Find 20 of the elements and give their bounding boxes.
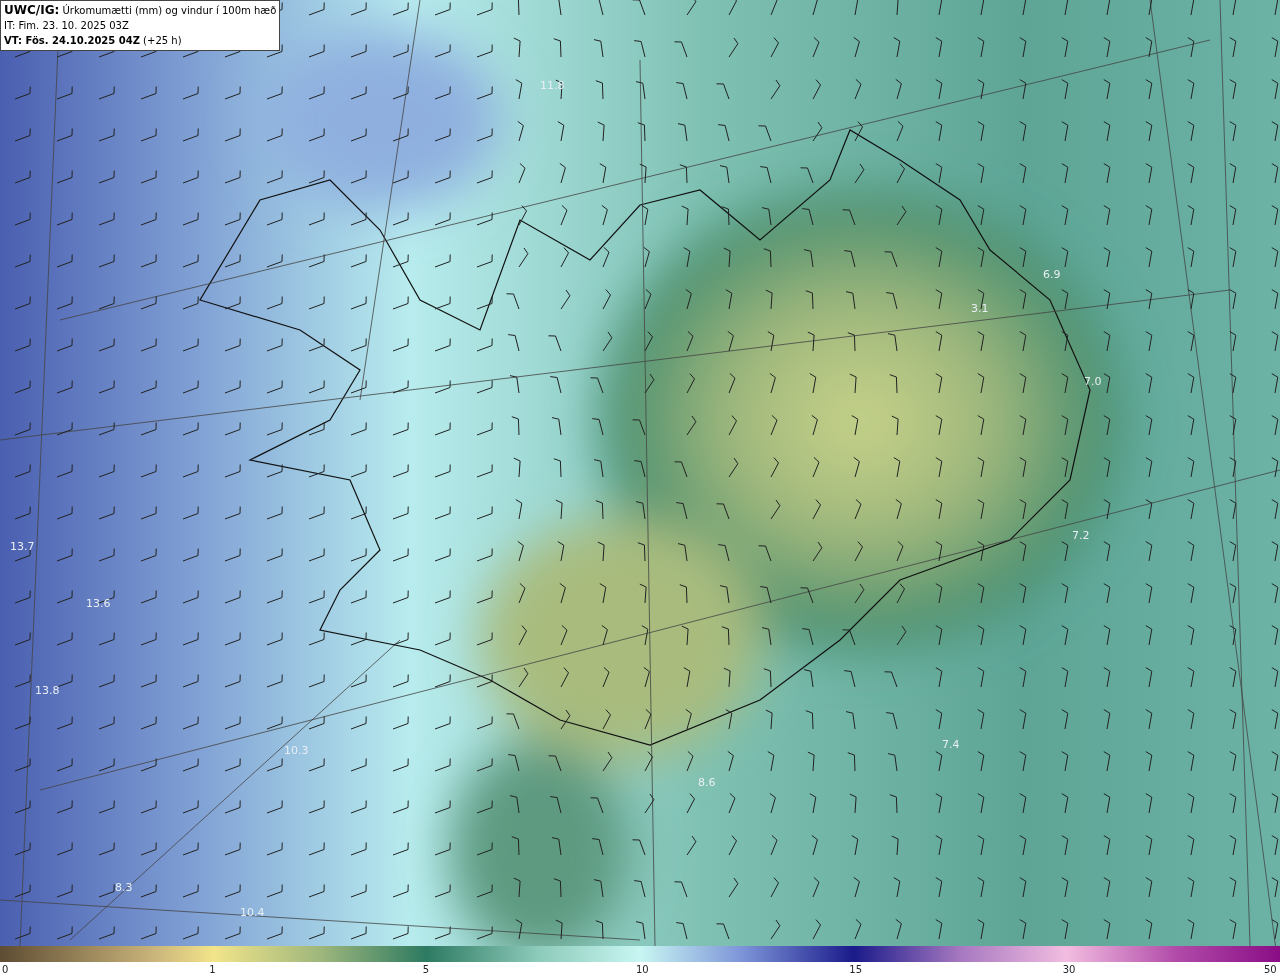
value-label: 13.6 xyxy=(86,597,111,610)
issue-time: IT: Fim. 23. 10. 2025 03Z xyxy=(4,19,130,33)
value-label: 13.8 xyxy=(35,684,60,697)
tick-label: 1 xyxy=(209,963,216,977)
tick-label: 5 xyxy=(422,963,430,977)
tick-label: 0 xyxy=(2,963,9,977)
value-label: 7.4 xyxy=(942,738,960,751)
tick-label: 30 xyxy=(1062,963,1076,977)
value-label: 13.7 xyxy=(10,540,35,553)
value-label: 8.6 xyxy=(698,776,716,789)
tick-label: 50 xyxy=(1264,963,1277,977)
tick-label: 10 xyxy=(636,963,649,977)
map-title: UWC/IG: Úrkomumætti (mm) og vindur í 100m hæð xyxy=(4,3,277,18)
value-label: 7.2 xyxy=(1072,529,1090,542)
value-label: 3.1 xyxy=(971,302,989,315)
value-label: 10.3 xyxy=(284,744,309,757)
value-label: 6.9 xyxy=(1043,268,1061,281)
tick-label: 15 xyxy=(849,963,863,977)
value-label: 8.3 xyxy=(115,881,133,894)
valid-time: VT: Fös. 24.10.2025 04Z (+25 h) xyxy=(4,34,183,48)
